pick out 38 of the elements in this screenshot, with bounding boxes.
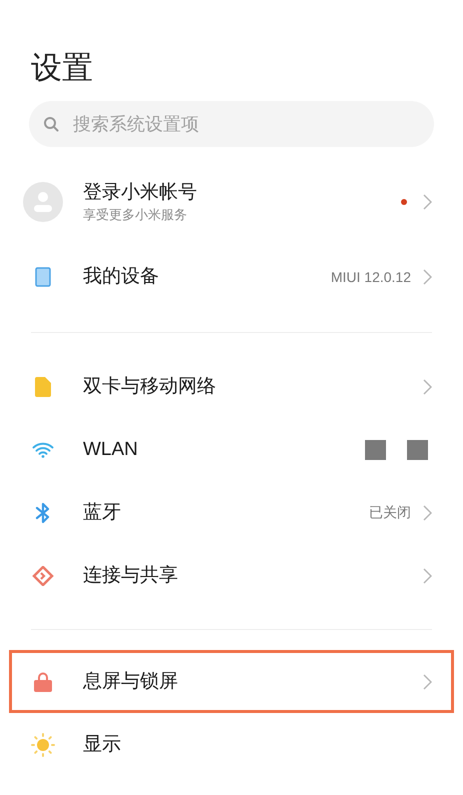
- settings-row[interactable]: WLAN: [9, 418, 454, 481]
- row-title: 连接与共享: [83, 564, 179, 588]
- sun-icon: [31, 732, 55, 756]
- avatar-icon: [23, 182, 63, 222]
- row-title: 显示: [83, 732, 122, 756]
- search-icon: [43, 116, 59, 132]
- sim-card-icon: [35, 376, 51, 396]
- tablet-icon: [35, 267, 51, 287]
- chevron-right-icon: [423, 194, 432, 210]
- chevron-right-icon: [423, 378, 432, 394]
- settings-row[interactable]: 我的设备 MIUI 12.0.12: [9, 240, 454, 314]
- settings-row[interactable]: 连接与共享: [9, 544, 454, 607]
- diamond-arrows-icon: [32, 566, 54, 586]
- row-title: WLAN: [83, 438, 139, 462]
- row-title: 登录小米帐号: [83, 181, 198, 205]
- row-title: 我的设备: [83, 265, 160, 289]
- wifi-icon: [32, 442, 54, 458]
- settings-row[interactable]: 息屏与锁屏: [9, 650, 454, 713]
- padlock-icon: [34, 672, 52, 692]
- settings-row[interactable]: 双卡与移动网络: [9, 355, 454, 418]
- row-subtitle: 享受更多小米服务: [83, 206, 188, 224]
- bluetooth-icon: [35, 502, 51, 524]
- row-title: 蓝牙: [83, 500, 122, 524]
- search-field[interactable]: 搜索系统设置项: [29, 101, 434, 147]
- row-title: 双卡与移动网络: [83, 374, 217, 398]
- settings-row[interactable]: 显示: [9, 713, 454, 776]
- chevron-right-icon: [423, 568, 432, 584]
- row-value: MIUI 12.0.12: [330, 268, 411, 286]
- page-title: 设置: [31, 49, 94, 87]
- row-title: 息屏与锁屏: [83, 670, 179, 694]
- chevron-right-icon: [423, 504, 432, 520]
- settings-row[interactable]: 登录小米帐号 享受更多小米服务: [9, 164, 454, 240]
- settings-row[interactable]: 蓝牙 已关闭: [9, 481, 454, 544]
- chevron-right-icon: [423, 269, 432, 285]
- chevron-right-icon: [423, 674, 432, 690]
- redaction-block: [365, 440, 386, 460]
- row-value: 已关闭: [369, 503, 411, 522]
- redaction-block: [407, 440, 428, 460]
